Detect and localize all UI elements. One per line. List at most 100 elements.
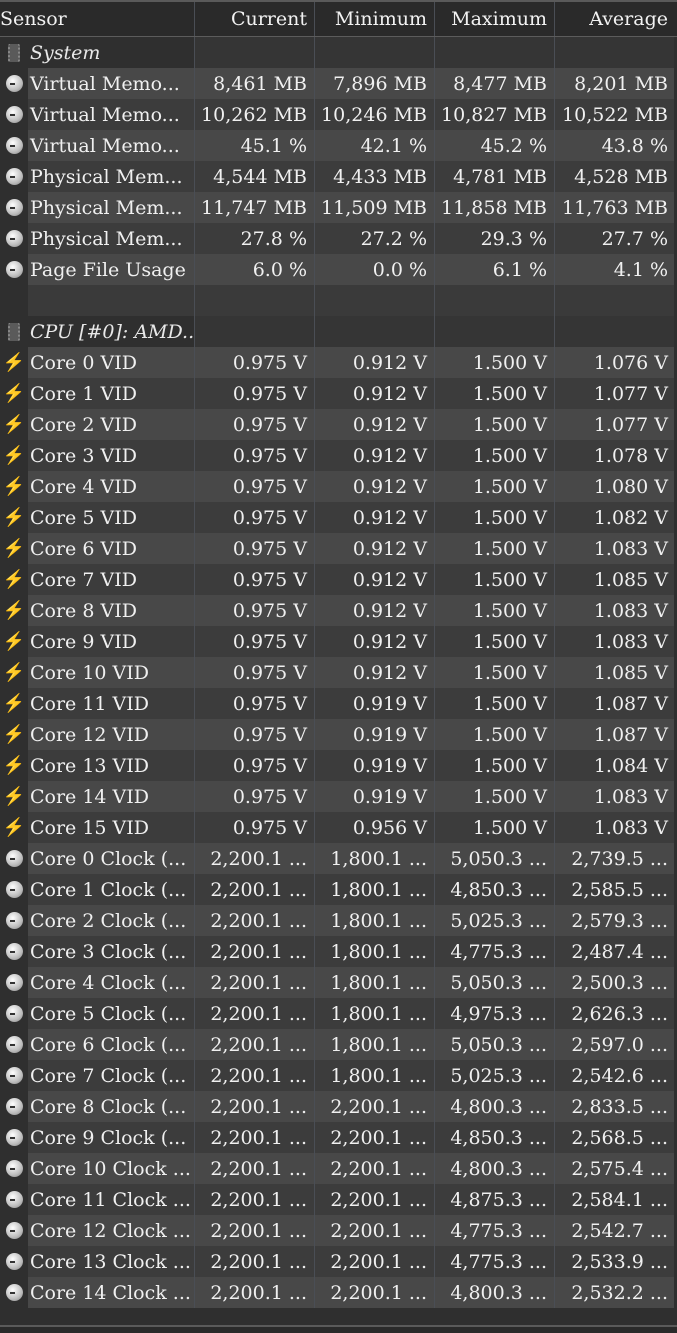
average-value: 1.078 V — [555, 440, 674, 471]
table-row[interactable]: Virtual Memo... 45.1 % 42.1 % 45.2 % 43.8 % — [0, 130, 677, 161]
table-row[interactable]: ⚡ Core 6 VID 0.975 V 0.912 V 1.500 V 1.083 V — [0, 533, 677, 564]
maximum-value: 1.500 V — [435, 812, 555, 843]
maximum-value: 1.500 V — [435, 502, 555, 533]
average-value: 1.076 V — [555, 347, 674, 378]
maximum-value — [435, 316, 555, 347]
sensor-name: Core 4 Clock (... — [28, 967, 194, 998]
chip-icon — [8, 43, 20, 62]
table-row[interactable]: ⚡ Core 13 VID 0.975 V 0.919 V 1.500 V 1.084 V — [0, 750, 677, 781]
table-row[interactable]: Page File Usage 6.0 % 0.0 % 6.1 % 4.1 % — [0, 254, 677, 285]
row-icon: ⚡ — [0, 626, 28, 657]
table-row[interactable]: ⚡ Core 15 VID 0.975 V 0.956 V 1.500 V 1.083 V — [0, 812, 677, 843]
bolt-icon: ⚡ — [2, 351, 26, 373]
table-row[interactable]: ⚡ Core 8 VID 0.975 V 0.912 V 1.500 V 1.083 V — [0, 595, 677, 626]
average-value: 4,528 MB — [555, 161, 674, 192]
table-row[interactable]: ⚡ Core 1 VID 0.975 V 0.912 V 1.500 V 1.077 V — [0, 378, 677, 409]
average-value: 43.8 % — [555, 130, 674, 161]
current-value: 0.975 V — [195, 409, 315, 440]
table-row[interactable]: ⚡ Core 4 VID 0.975 V 0.912 V 1.500 V 1.080 V — [0, 471, 677, 502]
table-row[interactable]: Core 14 Clock ... 2,200.1 ... 2,200.1 ... 4… — [0, 1277, 677, 1308]
current-value: 0.975 V — [195, 595, 315, 626]
table-row[interactable]: ⚡ Core 14 VID 0.975 V 0.919 V 1.500 V 1.083 V — [0, 781, 677, 812]
current-value: 2,200.1 ... — [195, 1153, 315, 1184]
bolt-icon: ⚡ — [2, 537, 26, 559]
table-row[interactable]: Core 10 Clock ... 2,200.1 ... 2,200.1 ... 4… — [0, 1153, 677, 1184]
column-header-sensor[interactable]: Sensor — [0, 2, 195, 36]
row-icon: ⚡ — [0, 595, 28, 626]
table-row[interactable]: Core 6 Clock (... 2,200.1 ... 1,800.1 ... 5… — [0, 1029, 677, 1060]
table-row[interactable]: ⚡ Core 0 VID 0.975 V 0.912 V 1.500 V 1.076 V — [0, 347, 677, 378]
table-row[interactable]: Core 11 Clock ... 2,200.1 ... 2,200.1 ... 4… — [0, 1184, 677, 1215]
row-icon — [0, 1184, 28, 1215]
sensor-name: Core 6 Clock (... — [28, 1029, 194, 1060]
table-row[interactable]: Core 2 Clock (... 2,200.1 ... 1,800.1 ... 5… — [0, 905, 677, 936]
table-row[interactable]: ⚡ Core 12 VID 0.975 V 0.919 V 1.500 V 1.087 V — [0, 719, 677, 750]
current-value: 0.975 V — [195, 750, 315, 781]
clock-icon — [5, 974, 23, 991]
maximum-value: 4,775.3 ... — [435, 936, 555, 967]
group-row[interactable]: CPU [#0]: AMD... — [0, 316, 677, 347]
maximum-value: 1.500 V — [435, 440, 555, 471]
table-row[interactable]: Core 13 Clock ... 2,200.1 ... 2,200.1 ... 4… — [0, 1246, 677, 1277]
column-header-maximum[interactable]: Maximum — [435, 2, 555, 36]
row-icon: ⚡ — [0, 533, 28, 564]
average-value: 2,542.7 ... — [555, 1215, 674, 1246]
table-row[interactable]: Core 9 Clock (... 2,200.1 ... 2,200.1 ... 4… — [0, 1122, 677, 1153]
average-value: 1.080 V — [555, 471, 674, 502]
row-icon — [0, 223, 28, 254]
table-row[interactable]: Physical Mem... 4,544 MB 4,433 MB 4,781 MB 4… — [0, 161, 677, 192]
average-value: 4.1 % — [555, 254, 674, 285]
sensor-name: Core 8 VID — [28, 595, 194, 626]
row-icon — [0, 936, 28, 967]
table-row[interactable]: Core 3 Clock (... 2,200.1 ... 1,800.1 ... 4… — [0, 936, 677, 967]
table-row[interactable]: ⚡ Core 11 VID 0.975 V 0.919 V 1.500 V 1.087 V — [0, 688, 677, 719]
sensor-name: Core 10 VID — [28, 657, 194, 688]
column-header-minimum[interactable]: Minimum — [315, 2, 435, 36]
minimum-value: 0.919 V — [315, 781, 435, 812]
sensor-cell: ⚡ Core 14 VID — [0, 781, 195, 812]
average-value: 8,201 MB — [555, 68, 674, 99]
current-value: 2,200.1 ... — [195, 874, 315, 905]
table-row[interactable]: Physical Mem... 11,747 MB 11,509 MB 11,858 … — [0, 192, 677, 223]
table-row[interactable]: ⚡ Core 7 VID 0.975 V 0.912 V 1.500 V 1.085 V — [0, 564, 677, 595]
table-row[interactable]: Core 8 Clock (... 2,200.1 ... 2,200.1 ... 4… — [0, 1091, 677, 1122]
column-header-average[interactable]: Average — [555, 2, 674, 36]
current-value: 2,200.1 ... — [195, 998, 315, 1029]
table-row[interactable]: ⚡ Core 2 VID 0.975 V 0.912 V 1.500 V 1.077 V — [0, 409, 677, 440]
sensor-cell: Core 5 Clock (... — [0, 998, 195, 1029]
group-row[interactable]: System — [0, 37, 677, 68]
table-row[interactable]: ⚡ Core 10 VID 0.975 V 0.912 V 1.500 V 1.085 V — [0, 657, 677, 688]
row-icon: ⚡ — [0, 471, 28, 502]
average-value: 1.082 V — [555, 502, 674, 533]
table-row[interactable]: Core 7 Clock (... 2,200.1 ... 1,800.1 ... 5… — [0, 1060, 677, 1091]
sensor-cell: ⚡ Core 12 VID — [0, 719, 195, 750]
table-row[interactable]: ⚡ Core 5 VID 0.975 V 0.912 V 1.500 V 1.082 V — [0, 502, 677, 533]
minimum-value: 0.919 V — [315, 750, 435, 781]
table-row[interactable]: Core 0 Clock (... 2,200.1 ... 1,800.1 ... 5… — [0, 843, 677, 874]
sensor-name: Core 0 Clock (... — [28, 843, 194, 874]
table-row[interactable]: Core 5 Clock (... 2,200.1 ... 1,800.1 ... 4… — [0, 998, 677, 1029]
current-value: 0.975 V — [195, 626, 315, 657]
table-row[interactable]: Core 4 Clock (... 2,200.1 ... 1,800.1 ... 5… — [0, 967, 677, 998]
row-icon — [0, 37, 28, 68]
row-icon — [0, 843, 28, 874]
table-row[interactable]: ⚡ Core 9 VID 0.975 V 0.912 V 1.500 V 1.083 V — [0, 626, 677, 657]
table-row[interactable]: ⚡ Core 3 VID 0.975 V 0.912 V 1.500 V 1.078 V — [0, 440, 677, 471]
sensor-name: Core 15 VID — [28, 812, 194, 843]
table-row[interactable]: Physical Mem... 27.8 % 27.2 % 29.3 % 27.7 % — [0, 223, 677, 254]
sensor-cell: ⚡ Core 4 VID — [0, 471, 195, 502]
spacer-row — [0, 285, 677, 316]
table-row[interactable]: Virtual Memo... 8,461 MB 7,896 MB 8,477 MB 8… — [0, 68, 677, 99]
current-value: 2,200.1 ... — [195, 936, 315, 967]
current-value: 0.975 V — [195, 812, 315, 843]
column-header-current[interactable]: Current — [195, 2, 315, 36]
average-value: 2,597.0 ... — [555, 1029, 674, 1060]
table-row[interactable]: Core 12 Clock ... 2,200.1 ... 2,200.1 ... 4… — [0, 1215, 677, 1246]
table-row[interactable]: Core 1 Clock (... 2,200.1 ... 1,800.1 ... 4… — [0, 874, 677, 905]
table-row[interactable]: Virtual Memo... 10,262 MB 10,246 MB 10,827 … — [0, 99, 677, 130]
average-value: 1.085 V — [555, 657, 674, 688]
sensor-cell: Core 12 Clock ... — [0, 1215, 195, 1246]
current-value: 0.975 V — [195, 688, 315, 719]
sensor-name: Page File Usage — [28, 254, 194, 285]
average-value: 2,532.2 ... — [555, 1277, 674, 1308]
